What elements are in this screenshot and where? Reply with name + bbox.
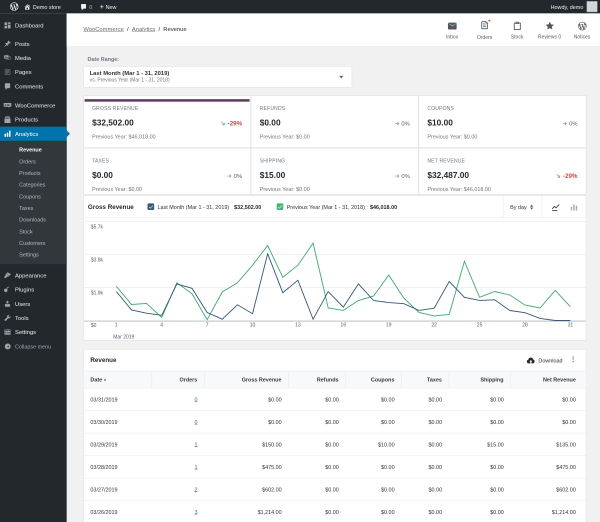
svg-text:$0: $0 bbox=[91, 323, 97, 329]
svg-text:$3.8k: $3.8k bbox=[91, 258, 104, 264]
svg-text:7: 7 bbox=[206, 323, 209, 329]
svg-text:$5.7k: $5.7k bbox=[91, 225, 104, 231]
svg-text:25: 25 bbox=[477, 323, 483, 329]
svg-text:31: 31 bbox=[568, 323, 574, 329]
svg-text:22: 22 bbox=[431, 323, 437, 329]
svg-text:16: 16 bbox=[341, 323, 347, 329]
svg-text:1: 1 bbox=[115, 323, 118, 329]
svg-text:Mar 2019: Mar 2019 bbox=[113, 335, 134, 340]
svg-text:19: 19 bbox=[386, 323, 392, 329]
svg-text:10: 10 bbox=[250, 323, 256, 329]
svg-text:4: 4 bbox=[160, 323, 163, 329]
svg-text:$1.9k: $1.9k bbox=[91, 291, 104, 297]
svg-text:28: 28 bbox=[522, 323, 528, 329]
svg-text:13: 13 bbox=[295, 323, 301, 329]
